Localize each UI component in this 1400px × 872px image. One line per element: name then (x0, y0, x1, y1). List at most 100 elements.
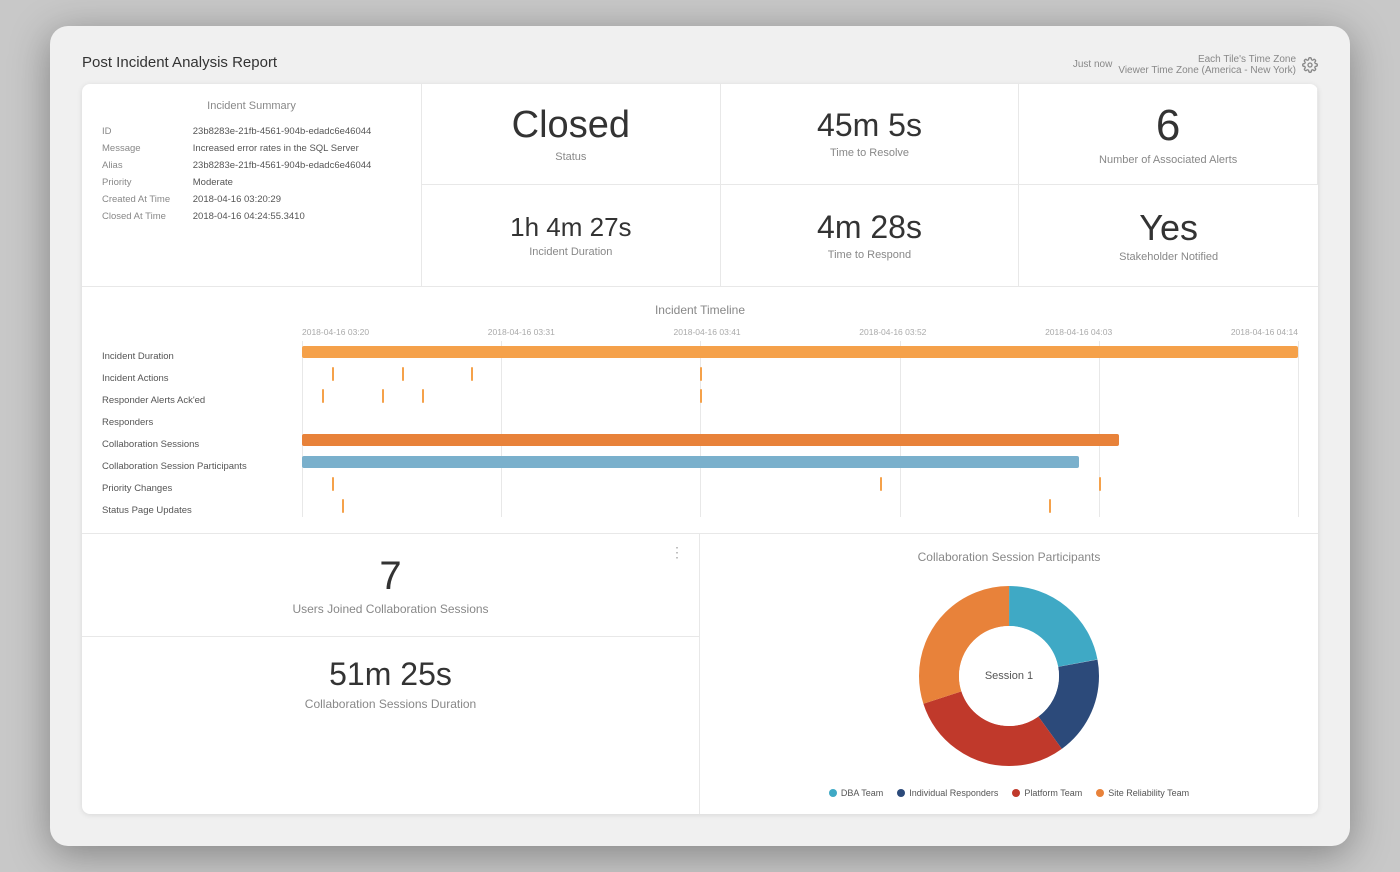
timeline-tick (382, 389, 384, 403)
timeline-tick (332, 367, 334, 381)
summary-row: Alias23b8283e-21fb-4561-904b-edadc6e4604… (102, 158, 401, 173)
timeline-row (302, 407, 1298, 429)
timeline-bar (302, 456, 1079, 468)
legend-item: Individual Responders (897, 788, 998, 798)
timeline-tick (342, 499, 344, 513)
chart-legend: DBA Team Individual Responders Platform Te… (829, 788, 1189, 798)
legend-label: DBA Team (841, 788, 883, 798)
timeline-labels: Incident DurationIncident ActionsRespond… (102, 327, 302, 521)
axis-label: 2018-04-16 03:41 (674, 327, 741, 337)
metric-value-duration: 1h 4m 27s (510, 213, 631, 242)
timeline-title: Incident Timeline (102, 303, 1298, 317)
axis-label: 2018-04-16 04:14 (1231, 327, 1298, 337)
summary-row-label: Priority (102, 175, 191, 190)
timeline-chart: Incident DurationIncident ActionsRespond… (102, 327, 1298, 521)
timeline-row (302, 495, 1298, 517)
metric-label-respond: Time to Respond (828, 249, 911, 261)
timeline-row-label: Collaboration Sessions (102, 433, 302, 455)
timezone-info: Just now Each Tile's Time Zone Viewer Ti… (1073, 54, 1318, 76)
metric-value-respond: 4m 28s (817, 210, 922, 245)
timeline-tick (700, 389, 702, 403)
summary-row-label: Created At Time (102, 192, 191, 207)
summary-row: Closed At Time2018-04-16 04:24:55.3410 (102, 209, 401, 224)
metric-value-ttr: 45m 5s (817, 108, 922, 143)
timeline-row (302, 363, 1298, 385)
timeline-row (302, 451, 1298, 473)
incident-summary: Incident Summary ID23b8283e-21fb-4561-90… (82, 84, 422, 287)
timeline-tick (700, 367, 702, 381)
legend-dot (1096, 789, 1104, 797)
timeline-tick (1099, 477, 1101, 491)
donut-center-label: Session 1 (985, 670, 1033, 682)
stat-value-duration: 51m 25s (106, 657, 675, 692)
gear-icon[interactable] (1302, 57, 1318, 73)
legend-label: Individual Responders (909, 788, 998, 798)
stat-value-users: 7 (106, 554, 675, 598)
timezone-note: Each Tile's Time Zone Viewer Time Zone (… (1118, 54, 1296, 76)
timeline-tick (322, 389, 324, 403)
metric-label-duration: Incident Duration (529, 246, 612, 258)
donut-container: Session 1 (909, 576, 1109, 776)
legend-dot (829, 789, 837, 797)
stat-users: ⋮ 7 Users Joined Collaboration Sessions (82, 534, 699, 637)
summary-row: ID23b8283e-21fb-4561-904b-edadc6e46044 (102, 124, 401, 139)
timeline-row-label: Collaboration Session Participants (102, 455, 302, 477)
summary-row-value: 2018-04-16 04:24:55.3410 (193, 209, 401, 224)
stat-label-users: Users Joined Collaboration Sessions (106, 602, 675, 616)
timeline-row (302, 341, 1298, 363)
timeline-row-label: Status Page Updates (102, 499, 302, 521)
timeline-rows (302, 341, 1298, 517)
summary-row: Created At Time2018-04-16 03:20:29 (102, 192, 401, 207)
summary-row-label: Message (102, 141, 191, 156)
legend-label: Platform Team (1024, 788, 1082, 798)
legend-dot (897, 789, 905, 797)
metric-ttr: 45m 5s Time to Resolve (721, 84, 1020, 185)
timeline-row-label: Incident Duration (102, 345, 302, 367)
timeline-row (302, 473, 1298, 495)
legend-item: DBA Team (829, 788, 883, 798)
legend-item: Platform Team (1012, 788, 1082, 798)
timeline-tick (880, 477, 882, 491)
summary-row-value: 23b8283e-21fb-4561-904b-edadc6e46044 (193, 158, 401, 173)
collab-chart-title: Collaboration Session Participants (720, 550, 1298, 564)
metric-label-alerts: Number of Associated Alerts (1099, 154, 1237, 166)
summary-row-label: Closed At Time (102, 209, 191, 224)
timeline-axis: 2018-04-16 03:202018-04-16 03:312018-04-… (302, 327, 1298, 337)
metric-value-alerts: 6 (1156, 102, 1180, 150)
timeline-bar (302, 346, 1298, 358)
timeline-row-label: Incident Actions (102, 367, 302, 389)
axis-label: 2018-04-16 03:31 (488, 327, 555, 337)
report-title: Post Incident Analysis Report (82, 54, 277, 71)
bottom-section: ⋮ 7 Users Joined Collaboration Sessions … (82, 534, 1318, 814)
legend-label: Site Reliability Team (1108, 788, 1189, 798)
timeline-tick (471, 367, 473, 381)
timestamp: Just now (1073, 59, 1112, 70)
report-header: Post Incident Analysis Report Just now E… (82, 54, 1318, 76)
summary-row-label: ID (102, 124, 191, 139)
grid-line-5 (1298, 341, 1299, 517)
axis-label: 2018-04-16 04:03 (1045, 327, 1112, 337)
metric-value-closed: Closed (512, 105, 630, 147)
metric-label-ttr: Time to Resolve (830, 147, 909, 159)
timeline-section: Incident Timeline Incident DurationIncid… (82, 287, 1318, 534)
metric-stakeholder: Yes Stakeholder Notified (1019, 185, 1318, 286)
metric-alerts: 6 Number of Associated Alerts (1019, 84, 1318, 185)
bottom-left: ⋮ 7 Users Joined Collaboration Sessions … (82, 534, 700, 814)
summary-table: ID23b8283e-21fb-4561-904b-edadc6e46044Me… (100, 122, 403, 226)
timeline-row-label: Responders (102, 411, 302, 433)
stat-duration: 51m 25s Collaboration Sessions Duration (82, 637, 699, 730)
main-card: Incident Summary ID23b8283e-21fb-4561-90… (82, 84, 1318, 815)
timeline-row (302, 429, 1298, 451)
timeline-row-label: Responder Alerts Ack'ed (102, 389, 302, 411)
device-frame: Post Incident Analysis Report Just now E… (50, 26, 1350, 847)
metric-duration: 1h 4m 27s Incident Duration (422, 185, 721, 286)
legend-dot (1012, 789, 1020, 797)
timeline-bar (302, 434, 1119, 446)
metric-label-stakeholder: Stakeholder Notified (1119, 251, 1218, 263)
timeline-row (302, 385, 1298, 407)
collab-chart: Collaboration Session Participants (700, 534, 1318, 814)
stat-label-duration: Collaboration Sessions Duration (106, 697, 675, 711)
metric-label-closed: Status (555, 151, 586, 163)
summary-row-value: Moderate (193, 175, 401, 190)
more-menu-users[interactable]: ⋮ (670, 544, 685, 561)
